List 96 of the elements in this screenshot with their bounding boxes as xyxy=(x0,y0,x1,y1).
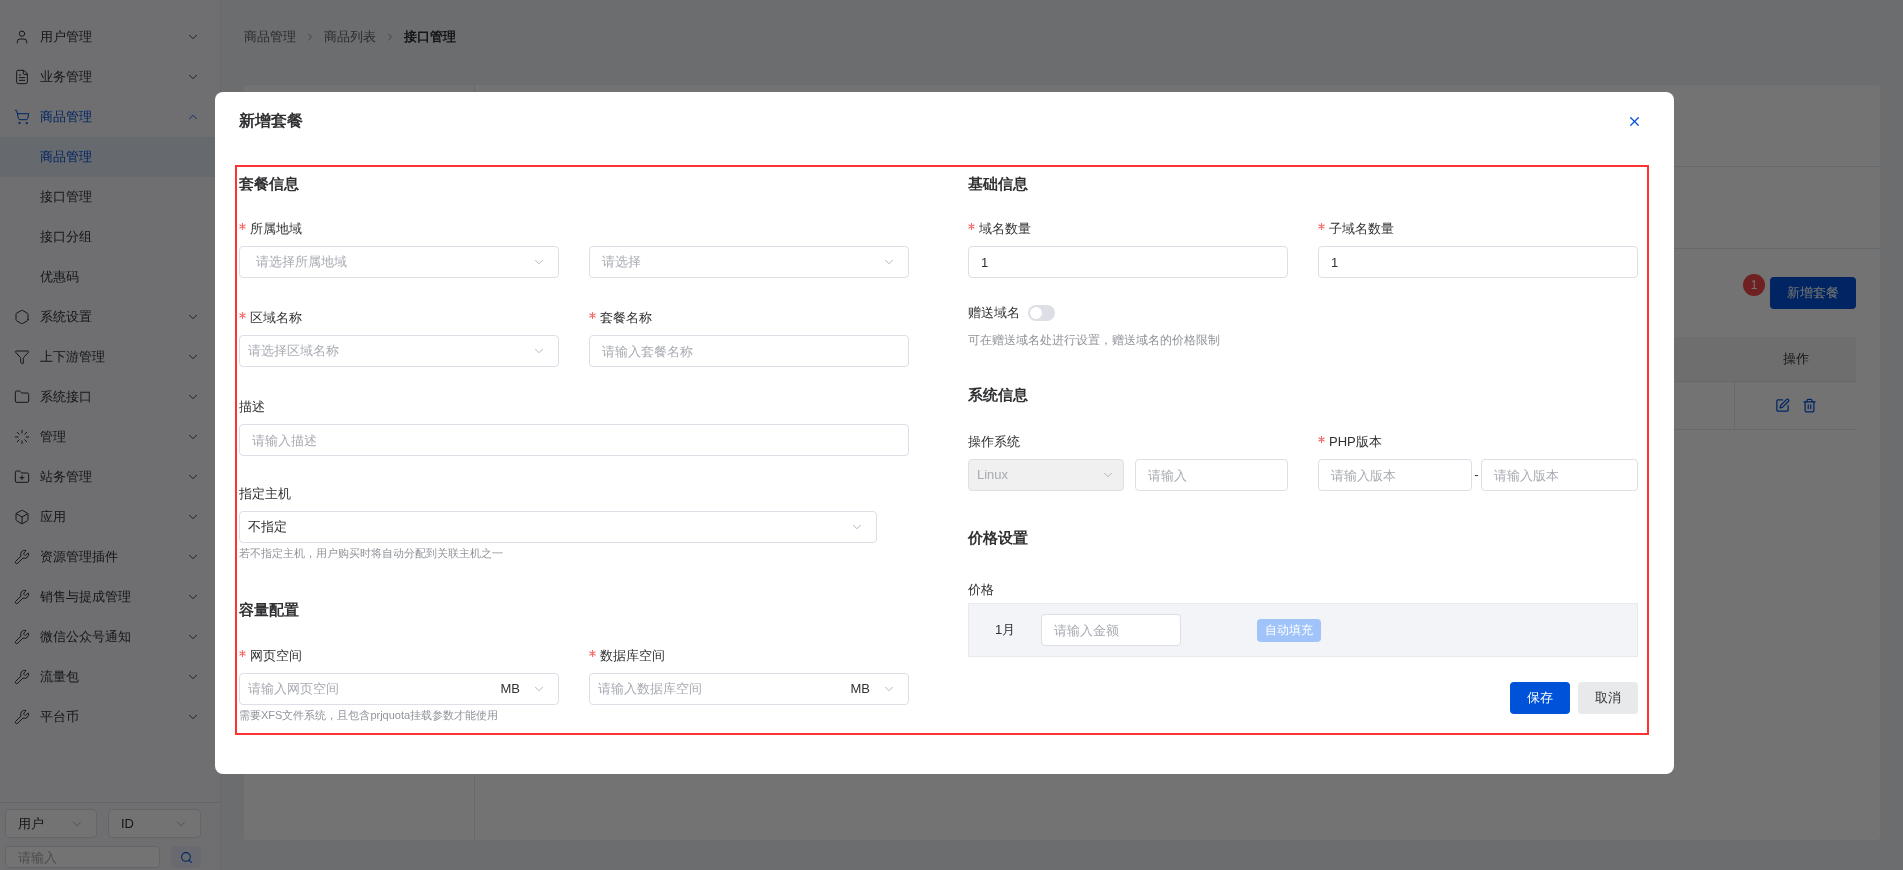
sidebar-label: 销售与提成管理 xyxy=(40,588,132,607)
sidebar-label: 系统接口 xyxy=(40,388,93,407)
hint-text: 可在赠送域名处进行设置，赠送域名的价格限制 xyxy=(968,333,1221,347)
column-header: 操作 xyxy=(1781,350,1810,369)
field-label: 描述 xyxy=(239,398,265,416)
section-heading: 系统信息 xyxy=(968,385,1029,405)
search-button[interactable] xyxy=(171,846,201,868)
field-label: 域名数量 xyxy=(979,220,1031,238)
field-label: 套餐名称 xyxy=(600,309,652,327)
sidebar-label: 用户管理 xyxy=(40,28,93,47)
dialog-title: 新增套餐 xyxy=(239,111,303,131)
search-icon xyxy=(179,850,193,864)
wrench-icon xyxy=(14,589,30,605)
section-heading: 容量配置 xyxy=(239,600,300,620)
breadcrumb-link[interactable]: 商品列表 xyxy=(324,27,376,47)
sidebar-item[interactable]: 管理 xyxy=(0,417,220,457)
sidebar-label: 站务管理 xyxy=(40,468,93,487)
field-label: 指定主机 xyxy=(239,485,291,503)
wrench-icon xyxy=(14,709,30,725)
section-heading: 基础信息 xyxy=(968,174,1029,194)
input-field[interactable]: 请输入描述 xyxy=(239,424,909,456)
sidebar-item[interactable]: 上下游管理 xyxy=(0,337,220,377)
input-field[interactable]: 请输入金额 xyxy=(1041,614,1181,646)
input-field[interactable]: 1 xyxy=(1318,246,1638,278)
box-icon xyxy=(14,509,30,525)
section-heading: 套餐信息 xyxy=(239,174,300,194)
sidebar-label: 商品管理 xyxy=(40,108,93,127)
sidebar-item[interactable]: 业务管理 xyxy=(0,57,220,97)
sidebar-item[interactable]: 用户管理 xyxy=(0,17,220,57)
cart-icon xyxy=(14,109,30,125)
select-field[interactable]: 请选择 xyxy=(589,246,909,278)
delete-icon[interactable] xyxy=(1801,398,1817,413)
folder-icon xyxy=(14,389,30,405)
sidebar-label: 流量包 xyxy=(40,668,80,687)
sparkle-icon xyxy=(14,429,30,445)
input-field[interactable]: 请输入网页空间 MB xyxy=(239,673,559,705)
funnel-icon xyxy=(14,349,30,365)
sidebar-item[interactable]: 流量包 xyxy=(0,657,220,697)
sidebar-item[interactable]: 系统接口 xyxy=(0,377,220,417)
sidebar-label: 资源管理插件 xyxy=(40,548,119,567)
input-field[interactable]: 请输入套餐名称 xyxy=(589,335,909,367)
field-label: PHP版本 xyxy=(1329,433,1382,451)
select-field[interactable]: 请选择区域名称 xyxy=(239,335,559,367)
sidebar-label: 管理 xyxy=(40,428,67,447)
sidebar-item[interactable]: 商品管理 xyxy=(0,97,220,137)
sidebar-item[interactable]: 销售与提成管理 xyxy=(0,577,220,617)
toggle-switch[interactable] xyxy=(1028,305,1055,321)
input-field[interactable]: 请输入数据库空间 MB xyxy=(589,673,909,705)
hexagon-icon xyxy=(14,309,30,325)
sidebar-label: 上下游管理 xyxy=(40,348,106,367)
breadcrumb-link[interactable]: 商品管理 xyxy=(244,27,296,47)
wrench-icon xyxy=(14,669,30,685)
sidebar-label: 微信公众号通知 xyxy=(40,628,132,647)
folder-plus-icon xyxy=(14,469,30,485)
field-label: 操作系统 xyxy=(968,433,1020,451)
section-heading: 价格设置 xyxy=(968,528,1029,548)
unit-select[interactable]: MB xyxy=(500,679,546,699)
select-field[interactable]: ID xyxy=(108,809,201,838)
field-label: 区域名称 xyxy=(250,309,302,327)
input-field[interactable]: 请输入版本 xyxy=(1318,459,1472,491)
user-icon xyxy=(14,29,30,45)
sidebar-label: 应用 xyxy=(40,508,67,527)
field-label: 赠送域名 xyxy=(968,304,1020,323)
sidebar-item[interactable]: 应用 xyxy=(0,497,220,537)
sidebar-item[interactable]: 站务管理 xyxy=(0,457,220,497)
sidebar-item[interactable]: 平台币 xyxy=(0,697,220,737)
field-label: 网页空间 xyxy=(250,647,302,665)
select-field[interactable]: 不指定 xyxy=(239,511,877,543)
count-badge: 1 xyxy=(1743,274,1765,296)
select-field[interactable]: 用户 xyxy=(5,809,97,838)
hint-text: 需要XFS文件系统，且包含prjquota挂载参数才能使用 xyxy=(239,708,500,722)
sidebar-label: 业务管理 xyxy=(40,68,93,87)
input-field[interactable]: 1 xyxy=(968,246,1288,278)
edit-icon[interactable] xyxy=(1774,398,1790,413)
wrench-icon xyxy=(14,629,30,645)
wrench-icon xyxy=(14,549,30,565)
breadcrumb-current: 接口管理 xyxy=(404,28,456,47)
cancel-button[interactable]: 取消 xyxy=(1578,682,1638,714)
hint-text: 若不指定主机，用户购买时将自动分配到关联主机之一 xyxy=(239,546,504,560)
field-label: 所属地域 xyxy=(250,220,302,238)
sidebar-label: 平台币 xyxy=(40,708,80,727)
period-label: 1月 xyxy=(993,621,1017,640)
field-label: 子域名数量 xyxy=(1329,220,1394,238)
sidebar-label: 系统设置 xyxy=(40,308,93,327)
unit-select[interactable]: MB xyxy=(850,679,896,699)
field-label: 价格 xyxy=(968,582,994,597)
range-separator: - xyxy=(1473,466,1480,485)
sidebar-item[interactable]: 系统设置 xyxy=(0,297,220,337)
select-field[interactable]: 请选择所属地域 xyxy=(239,246,559,278)
add-package-button[interactable]: 新增套餐 xyxy=(1770,277,1856,309)
save-button[interactable]: 保存 xyxy=(1510,682,1570,714)
document-icon xyxy=(14,69,30,85)
field-label: 数据库空间 xyxy=(600,647,665,665)
input-field[interactable]: 请输入版本 xyxy=(1481,459,1638,491)
sidebar-item[interactable]: 资源管理插件 xyxy=(0,537,220,577)
sidebar-item[interactable]: 微信公众号通知 xyxy=(0,617,220,657)
